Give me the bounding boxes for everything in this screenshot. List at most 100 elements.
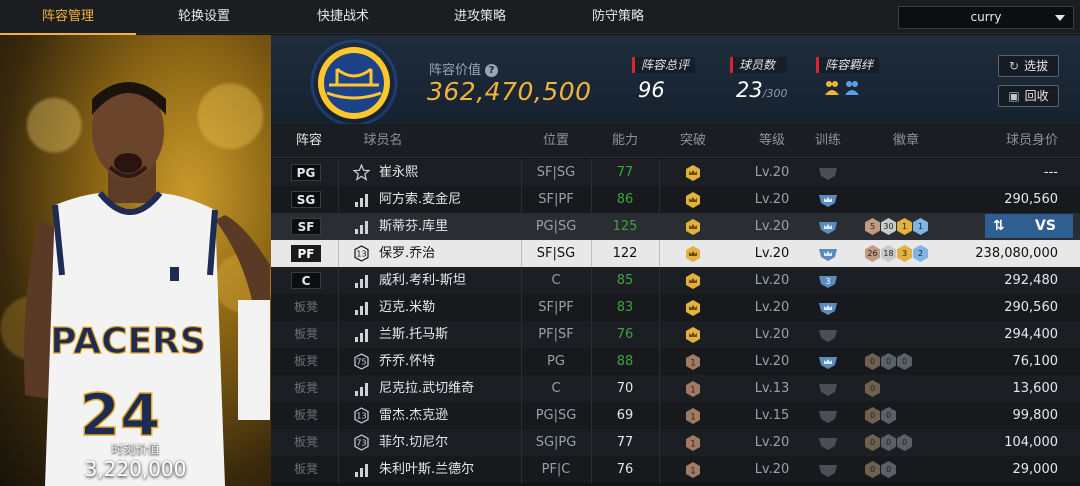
bond-blue-icon[interactable] [844,79,860,97]
breakthrough-level-icon[interactable]: 1 [659,348,727,375]
col-lineup[interactable]: 阵容 [285,124,333,158]
lineup-slot[interactable]: C [291,272,321,289]
player-name[interactable]: 崔永熙 [379,159,418,186]
training-icon[interactable] [791,402,865,429]
col-training[interactable]: 训练 [791,124,865,158]
table-row[interactable]: C 威利.考利-斯坦 C 85 Lv.20 3 292,480 [271,267,1080,294]
table-row[interactable]: 板凳 73 菲尔.切尼尔 SG|PG 77 1 Lv.20 0 0 0 104,000 [271,429,1080,456]
badge-icon[interactable]: 18 [881,245,896,262]
badge-icon[interactable]: 0 [865,434,880,451]
table-row[interactable]: 板凳 迈克.米勒 SF|PF 83 Lv.20 290,560 [271,294,1080,321]
breakthrough-crown-icon[interactable] [659,213,727,240]
breakthrough-level-icon[interactable]: 1 [659,375,727,402]
badge-group[interactable]: 0 [865,380,880,397]
badge-group[interactable]: 26 18 3 2 [865,245,928,262]
badge-icon[interactable]: 3 [897,245,912,262]
training-icon[interactable] [791,375,865,402]
badge-icon[interactable]: 1 [897,218,912,235]
player-name[interactable]: 尼克拉.武切维奇 [379,375,474,402]
lineup-slot[interactable]: SF [291,218,321,235]
col-breakthrough[interactable]: 突破 [659,124,727,158]
tab-defense[interactable]: 防守策略 [550,0,686,34]
badge-icon[interactable]: 5 [865,218,880,235]
breakthrough-crown-icon[interactable] [659,186,727,213]
col-badges[interactable]: 徽章 [865,124,947,158]
badge-group[interactable]: 000 [865,434,912,451]
lineup-slot[interactable]: SG [291,191,321,208]
table-row[interactable]: 板凳 13 雷杰.杰克逊 PG|SG 69 1 Lv.15 0 0 99,800 [271,402,1080,429]
bond-gold-icon[interactable] [824,79,840,97]
bench-label[interactable]: 板凳 [291,321,321,348]
table-row[interactable]: SF 斯蒂芬.库里 PG|SG 125 Lv.20 5 30 1 1 ⇅ VS [271,213,1080,240]
badge-icon[interactable]: 30 [881,218,896,235]
badge-group[interactable]: 00 [865,407,896,424]
player-name[interactable]: 迈克.米勒 [379,294,435,321]
table-row[interactable]: PF 13 保罗.乔治 SF|SG 122 Lv.20 26 18 3 2 238,080,000 [271,240,1080,267]
training-icon[interactable] [791,159,865,186]
breakthrough-crown-icon[interactable] [659,159,727,186]
bench-label[interactable]: 板凳 [291,294,321,321]
badge-icon[interactable]: 2 [913,245,928,262]
bench-label[interactable]: 板凳 [291,348,321,375]
pick-button[interactable]: ↻ 选拔 [998,55,1059,77]
col-ability[interactable]: 能力 [591,124,659,158]
training-icon[interactable] [791,294,865,321]
bench-label[interactable]: 板凳 [291,456,321,483]
breakthrough-crown-icon[interactable] [659,321,727,348]
player-name[interactable]: 斯蒂芬.库里 [379,213,448,240]
training-icon[interactable] [791,348,865,375]
table-row[interactable]: 板凳 75 乔乔.怀特 PG 88 1 Lv.20 0 0 0 76,100 [271,348,1080,375]
player-name[interactable]: 阿方索.麦金尼 [379,186,461,213]
table-row[interactable]: 板凳 尼克拉.武切维奇 C 70 1 Lv.13 0 13,600 [271,375,1080,402]
bench-label[interactable]: 板凳 [291,375,321,402]
user-select[interactable]: curry [898,6,1074,29]
badge-icon[interactable]: 0 [881,461,896,478]
badge-icon[interactable]: 1 [913,218,928,235]
lineup-slot[interactable]: PG [291,164,321,181]
badge-icon[interactable]: 0 [865,407,880,424]
breakthrough-level-icon[interactable]: 1 [659,456,727,483]
player-name[interactable]: 朱利叶斯.兰德尔 [379,456,474,483]
tab-rotation[interactable]: 轮换设置 [136,0,272,34]
badge-icon[interactable]: 0 [881,353,896,370]
badge-icon[interactable]: 0 [865,353,880,370]
col-player-name[interactable]: 球员名 [353,124,413,158]
tab-lineup[interactable]: 阵容管理 [0,0,136,35]
table-row[interactable]: SG 阿方索.麦金尼 SF|PF 86 Lv.20 290,560 [271,186,1080,213]
training-icon[interactable] [791,429,865,456]
badge-icon[interactable]: 0 [865,380,880,397]
compare-vs-button[interactable]: ⇅ VS [985,214,1073,238]
training-icon[interactable] [791,213,865,240]
help-icon[interactable]: ? [485,64,499,77]
player-name[interactable]: 兰斯.托马斯 [379,321,448,348]
bond-icons[interactable] [816,79,879,97]
training-icon[interactable] [791,240,865,267]
badge-icon[interactable]: 0 [865,461,880,478]
col-price[interactable]: 球员身价 [978,124,1058,158]
training-icon[interactable]: 3 [791,267,865,294]
player-name[interactable]: 保罗.乔治 [379,240,435,267]
badge-icon[interactable]: 0 [881,407,896,424]
badge-group[interactable]: 000 [865,353,912,370]
player-name[interactable]: 雷杰.杰克逊 [379,402,448,429]
training-icon[interactable] [791,321,865,348]
table-row[interactable]: PG 崔永熙 SF|SG 77 Lv.20 --- [271,159,1080,186]
tab-quick-tactics[interactable]: 快捷战术 [275,0,411,34]
breakthrough-crown-icon[interactable] [659,294,727,321]
breakthrough-level-icon[interactable]: 1 [659,429,727,456]
training-icon[interactable] [791,186,865,213]
recycle-button[interactable]: ▣ 回收 [998,85,1059,107]
badge-icon[interactable]: 0 [881,434,896,451]
bench-label[interactable]: 板凳 [291,402,321,429]
breakthrough-crown-icon[interactable] [659,240,727,267]
badge-icon[interactable]: 0 [897,353,912,370]
training-icon[interactable] [791,456,865,483]
badge-icon[interactable]: 26 [865,245,880,262]
player-name[interactable]: 菲尔.切尼尔 [379,429,448,456]
player-name[interactable]: 威利.考利-斯坦 [379,267,466,294]
table-row[interactable]: 板凳 兰斯.托马斯 PF|SF 76 Lv.20 294,400 [271,321,1080,348]
table-row[interactable]: 板凳 朱利叶斯.兰德尔 PF|C 76 1 Lv.20 0 0 29,000 [271,456,1080,483]
breakthrough-crown-icon[interactable] [659,267,727,294]
col-position[interactable]: 位置 [521,124,591,158]
badge-icon[interactable]: 0 [897,434,912,451]
